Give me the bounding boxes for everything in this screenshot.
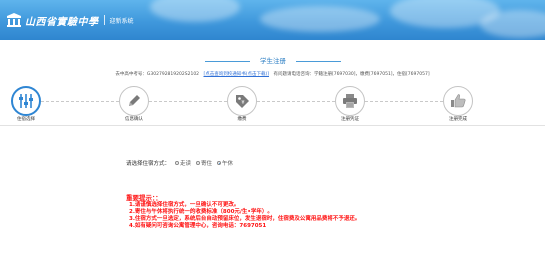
page-title-row: 学生注册 [0,56,545,66]
school-logo[interactable]: 山西省實驗中學 迎新系统 [6,11,134,29]
title-line-left [205,61,250,62]
step-payment[interactable]: ¥ [227,86,257,116]
notice-line: 3.住宿方式一旦选定，系统后台自动预留床位，发生退宿时，住宿费及公寓用品费将不予… [129,216,361,222]
title-line-right [296,61,341,62]
header-banner: 山西省實驗中學 迎新系统 [0,0,545,40]
registration-steps: ¥ [0,84,545,120]
step-label-voucher: 注册凭证 [341,117,359,122]
pencil-icon [129,95,140,106]
step-label-payment: 缴费 [237,117,247,122]
logo-separator [103,15,105,25]
svg-text:¥: ¥ [241,100,244,106]
cloud-decoration [480,10,545,38]
step-label-info: 信息确认 [125,117,143,122]
notice-line: 2.寄住与午休将执行统一的收费标准（800元/生•学年）。 [129,209,273,215]
step-label-complete: 注册完成 [449,117,467,122]
bars-slider-icon [19,94,33,108]
school-name: 山西省實驗中學 [25,16,99,28]
exam-no-value: G302792819202S2102 [146,72,200,77]
radio-boarding[interactable] [196,161,201,165]
step-info-confirm[interactable] [119,86,149,116]
step-connector [41,101,119,102]
printer-icon [343,94,357,108]
student-info-row: 去中高中考号：G302792819202S2102 [点击查询到校通知书(点击下… [0,71,545,78]
step-registration-complete[interactable] [443,86,473,116]
step-lodging-choice[interactable] [11,86,41,116]
section-divider [0,125,545,126]
exam-no-label: 去中高中考号： [115,72,147,77]
notice-line: 1.请谨慎选择住宿方式，一旦确认不可更改。 [129,202,240,208]
system-name: 迎新系统 [109,17,134,25]
step-connector [365,101,443,102]
lodging-label: 请选择住宿方式： [126,161,171,167]
option-noon-rest-label: 午休 [222,161,234,167]
radio-commute[interactable] [175,161,180,165]
contact-info: 有问题请电话咨询：学籍注册[7697030]，缴费[7697051]，住宿[76… [273,72,430,77]
step-registration-voucher[interactable] [335,86,365,116]
page-title: 学生注册 [260,57,286,65]
cloud-decoration [260,6,380,32]
radio-noon-rest[interactable] [217,161,222,165]
important-notice: 重要提示：： 1.请谨慎选择住宿方式，一旦确认不可更改。 2.寄住与午休将执行统… [126,194,426,230]
notice-line: 4.如有疑问可咨询公寓管理中心，咨询电话：7697051 [129,223,267,229]
cloud-decoration [150,0,240,22]
step-label-lodging: 住宿选择 [17,117,35,122]
option-commute-label: 走读 [180,161,192,167]
step-connector [257,101,335,102]
download-notice-link[interactable]: [点击查询到校通知书(点击下载)] [203,72,269,77]
school-logo-icon [7,13,21,27]
step-connector [149,101,227,102]
option-boarding-label: 寄住 [201,161,213,167]
lodging-choice: 请选择住宿方式： 走读 寄住 午休 [126,159,233,167]
thumbs-up-icon [451,94,466,108]
price-tag-icon: ¥ [236,95,249,108]
notice-title: 重要提示：： [126,194,162,202]
